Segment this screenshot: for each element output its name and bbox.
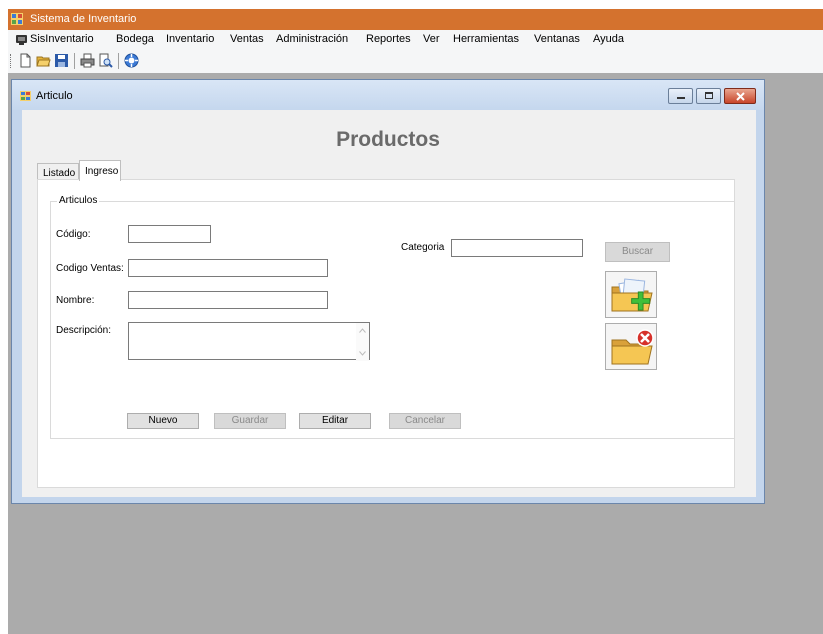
maximize-icon — [705, 92, 713, 99]
window-title-bar[interactable]: Articulo — [12, 80, 764, 110]
editar-button[interactable]: Editar — [299, 413, 371, 429]
descripcion-scrollbar[interactable] — [356, 323, 369, 361]
toolbar-grip[interactable] — [10, 54, 13, 68]
save-icon[interactable] — [54, 53, 69, 68]
codigo-ventas-field[interactable] — [128, 259, 328, 277]
buscar-button[interactable]: Buscar — [605, 242, 670, 262]
print-icon[interactable] — [80, 53, 95, 68]
app-menu-icon — [16, 35, 27, 45]
menu-administracion[interactable]: Administración — [276, 33, 348, 45]
menu-ver[interactable]: Ver — [423, 33, 440, 45]
tab-ingreso[interactable]: Ingreso — [79, 160, 121, 181]
delete-folder-button[interactable] — [605, 323, 657, 370]
scroll-up-icon[interactable] — [359, 328, 366, 333]
nombre-label: Nombre: — [56, 295, 95, 306]
nombre-field[interactable] — [128, 291, 328, 309]
codigo-label: Código: — [56, 229, 91, 240]
toolbar — [8, 49, 823, 73]
menu-sisinventario[interactable]: SisInventario — [30, 33, 94, 45]
minimize-button[interactable] — [668, 88, 693, 104]
menu-inventario[interactable]: Inventario — [166, 33, 214, 45]
groupbox-label: Articulos — [57, 195, 100, 206]
menu-herramientas[interactable]: Herramientas — [453, 33, 519, 45]
menu-ventanas[interactable]: Ventanas — [534, 33, 580, 45]
app-icon — [11, 13, 23, 25]
page-title: Productos — [336, 128, 440, 151]
toolbar-separator — [118, 53, 119, 69]
add-folder-button[interactable] — [605, 271, 657, 318]
minimize-icon — [677, 97, 685, 99]
tab-ingreso-label: Ingreso — [85, 166, 119, 177]
descripcion-field[interactable] — [128, 322, 370, 360]
categoria-field[interactable] — [451, 239, 583, 257]
cancelar-button[interactable]: Cancelar — [389, 413, 461, 429]
menu-bodega[interactable]: Bodega — [116, 33, 154, 45]
open-folder-icon[interactable] — [36, 53, 51, 68]
folder-delete-icon — [611, 329, 654, 365]
app-title-bar: Sistema de Inventario — [8, 9, 823, 30]
guardar-button[interactable]: Guardar — [214, 413, 286, 429]
help-icon[interactable] — [124, 53, 139, 68]
new-file-icon[interactable] — [18, 53, 33, 68]
app-title: Sistema de Inventario — [30, 13, 137, 25]
menu-bar: SisInventario Bodega Inventario Ventas A… — [8, 30, 823, 49]
menu-ayuda[interactable]: Ayuda — [593, 33, 624, 45]
menu-ventas[interactable]: Ventas — [230, 33, 264, 45]
toolbar-separator — [74, 53, 75, 69]
window-icon — [20, 91, 31, 101]
close-button[interactable] — [724, 88, 756, 104]
print-preview-icon[interactable] — [98, 53, 113, 68]
close-icon — [736, 92, 745, 101]
codigo-field[interactable] — [128, 225, 211, 243]
scroll-down-icon[interactable] — [359, 351, 366, 356]
window-title: Articulo — [36, 90, 73, 102]
descripcion-label: Descripción: — [56, 325, 112, 336]
tab-listado-label: Listado — [43, 168, 76, 179]
nuevo-button[interactable]: Nuevo — [127, 413, 199, 429]
folder-add-icon — [611, 278, 653, 312]
categoria-label: Categoria — [401, 242, 445, 253]
codigo-ventas-label: Codigo Ventas: — [56, 263, 124, 274]
maximize-button[interactable] — [696, 88, 721, 104]
menu-reportes[interactable]: Reportes — [366, 33, 411, 45]
